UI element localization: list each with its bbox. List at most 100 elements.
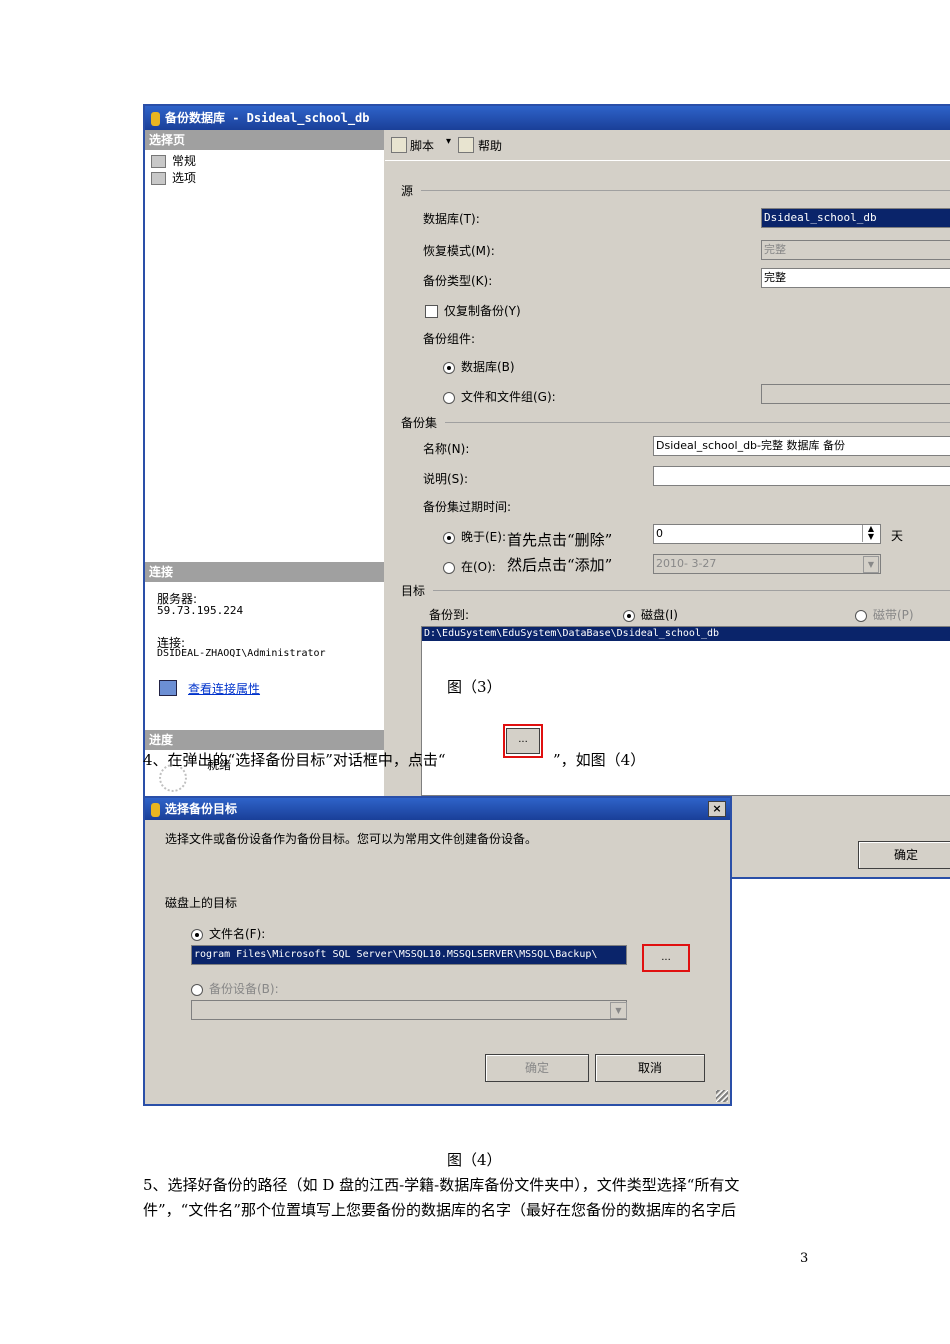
backup-ok-button[interactable]: 确定 <box>858 841 950 869</box>
database-select[interactable]: Dsideal_school_db <box>761 208 950 228</box>
help-button[interactable]: 帮助 <box>478 137 502 154</box>
database-icon <box>151 802 160 817</box>
disk-target-label: 磁盘上的目标 <box>165 896 238 910</box>
group-divider <box>421 190 950 191</box>
page-icon <box>151 155 166 168</box>
copy-only-option[interactable]: 仅复制备份(Y) <box>425 302 521 319</box>
page-item-general[interactable]: 常规 <box>151 152 384 169</box>
component-files-label: 文件和文件组(G): <box>461 390 556 404</box>
recovery-model-field: 完整 <box>761 240 950 260</box>
backup-type-select[interactable]: 完整 <box>761 268 950 288</box>
select-backup-destination-dialog: 选择备份目标 × 选择文件或备份设备作为备份目标。您可以为常用文件创建备份设备。… <box>143 796 732 1106</box>
step-5-line-2: 件”，“文件名”那个位置填写上您要备份的数据库的名字（最好在您备份的数据库的名字… <box>143 1201 737 1219</box>
script-icon <box>391 137 407 153</box>
progress-header: 进度 <box>145 730 384 750</box>
figure-4-caption: 图（4） <box>447 1151 502 1169</box>
expire-after-option[interactable]: 晚于(E): <box>443 528 506 545</box>
connection-properties-icon <box>159 680 177 696</box>
dialog-titlebar: 选择备份目标 × <box>145 798 730 820</box>
component-database-label: 数据库(B) <box>461 360 515 374</box>
page-label-general: 常规 <box>172 154 197 168</box>
description-input[interactable] <box>653 466 950 486</box>
component-files-option[interactable]: 文件和文件组(G): <box>443 388 556 405</box>
name-label: 名称(N): <box>423 442 470 456</box>
dialog-titlebar: 备份数据库 - Dsideal_school_db <box>145 106 950 130</box>
database-label: 数据库(T): <box>423 212 480 226</box>
file-path-input[interactable]: rogram Files\Microsoft SQL Server\MSSQL1… <box>191 945 627 965</box>
recovery-model-label: 恢复模式(M): <box>423 244 495 258</box>
step-5-line-1: 5、选择好备份的路径（如 D 盘的江西-学籍-数据库备份文件夹中），文件类型选择… <box>143 1176 740 1194</box>
description-label: 说明(S): <box>423 472 469 486</box>
cancel-button[interactable]: 取消 <box>595 1054 705 1082</box>
chevron-down-icon: ▼ <box>610 1002 627 1019</box>
tape-label: 磁带(P) <box>873 608 914 622</box>
browse-button[interactable]: ... <box>642 944 690 972</box>
right-pane: 脚本 ▾ 帮助 源 数据库(T): Dsideal_school_db 恢复模式… <box>385 130 950 877</box>
disk-label: 磁盘(I) <box>641 608 678 622</box>
connection-value: DSIDEAL-ZHAOQI\Administrator <box>157 648 326 659</box>
file-name-label: 文件名(F): <box>209 927 266 941</box>
backup-device-radio <box>191 983 203 996</box>
copy-only-checkbox[interactable] <box>425 305 438 318</box>
spin-arrows-icon[interactable]: ▲ ▼ <box>862 525 879 542</box>
chevron-down-icon: ▼ <box>863 556 879 573</box>
database-icon <box>151 111 160 126</box>
component-files-radio[interactable] <box>443 391 455 404</box>
days-label: 天 <box>891 529 904 543</box>
page-item-options[interactable]: 选项 <box>151 169 384 186</box>
backup-type-label: 备份类型(K): <box>423 274 493 288</box>
resize-grip-icon[interactable] <box>716 1090 728 1102</box>
component-database-radio[interactable] <box>443 361 455 374</box>
group-divider <box>445 422 950 423</box>
script-button[interactable]: 脚本 <box>410 137 434 154</box>
file-name-radio[interactable] <box>191 928 203 941</box>
toolbar: 脚本 ▾ 帮助 <box>385 130 950 161</box>
backup-device-option: 备份设备(B): <box>191 980 279 997</box>
expire-on-option[interactable]: 在(O): <box>443 558 496 575</box>
tape-radio <box>855 609 867 622</box>
backup-device-select <box>191 1000 627 1020</box>
backup-component-label: 备份组件: <box>423 332 476 346</box>
expire-on-radio[interactable] <box>443 561 455 574</box>
expire-days-input[interactable]: 0 <box>653 524 881 544</box>
files-filegroups-field <box>761 384 950 404</box>
annotation-add: 然后点击“添加” <box>507 556 613 574</box>
view-connection-properties-link[interactable]: 查看连接属性 <box>188 680 260 697</box>
ok-button: 确定 <box>485 1054 589 1082</box>
select-page-header: 选择页 <box>145 130 384 150</box>
expire-after-label: 晚于(E): <box>461 530 506 544</box>
backup-to-label: 备份到: <box>429 608 470 622</box>
destination-group-label: 目标 <box>401 584 426 598</box>
expire-after-radio[interactable] <box>443 531 455 544</box>
server-value: 59.73.195.224 <box>157 604 244 617</box>
page-number: 3 <box>800 1251 809 1266</box>
figure-3-caption: 图（3） <box>447 678 502 696</box>
component-database-option[interactable]: 数据库(B) <box>443 358 515 375</box>
step-4-text: 4、在弹出的“选择备份目标”对话框中，点击“ <box>143 751 446 769</box>
name-input[interactable]: Dsideal_school_db-完整 数据库 备份 <box>653 436 950 456</box>
expire-date-picker: 2010- 3-27 <box>653 554 881 574</box>
destination-list[interactable]: D:\EduSystem\EduSystem\DataBase\Dsideal_… <box>421 626 950 796</box>
tape-option: 磁带(P) <box>855 606 914 623</box>
page-icon <box>151 172 166 185</box>
disk-option[interactable]: 磁盘(I) <box>623 606 678 623</box>
backup-device-label: 备份设备(B): <box>209 982 279 996</box>
dialog-title: 备份数据库 - Dsideal_school_db <box>165 111 370 125</box>
chevron-down-icon[interactable]: ▾ <box>446 136 451 147</box>
source-group-label: 源 <box>401 184 414 198</box>
connection-header: 连接 <box>145 562 384 582</box>
annotation-delete: 首先点击“删除” <box>507 531 613 549</box>
copy-only-label: 仅复制备份(Y) <box>444 304 521 318</box>
disk-radio[interactable] <box>623 609 635 622</box>
expire-label: 备份集过期时间: <box>423 500 512 514</box>
dialog-description: 选择文件或备份设备作为备份目标。您可以为常用文件创建备份设备。 <box>165 832 538 846</box>
page-label-options: 选项 <box>172 171 197 185</box>
red-highlight-frame <box>503 724 543 758</box>
expire-on-label: 在(O): <box>461 560 496 574</box>
help-icon <box>458 137 474 153</box>
file-name-option[interactable]: 文件名(F): <box>191 925 265 942</box>
close-icon[interactable]: × <box>708 801 726 817</box>
destination-list-item[interactable]: D:\EduSystem\EduSystem\DataBase\Dsideal_… <box>422 627 950 641</box>
step-4-text-end: ”，如图（4） <box>553 751 646 769</box>
dialog-title: 选择备份目标 <box>165 802 238 816</box>
